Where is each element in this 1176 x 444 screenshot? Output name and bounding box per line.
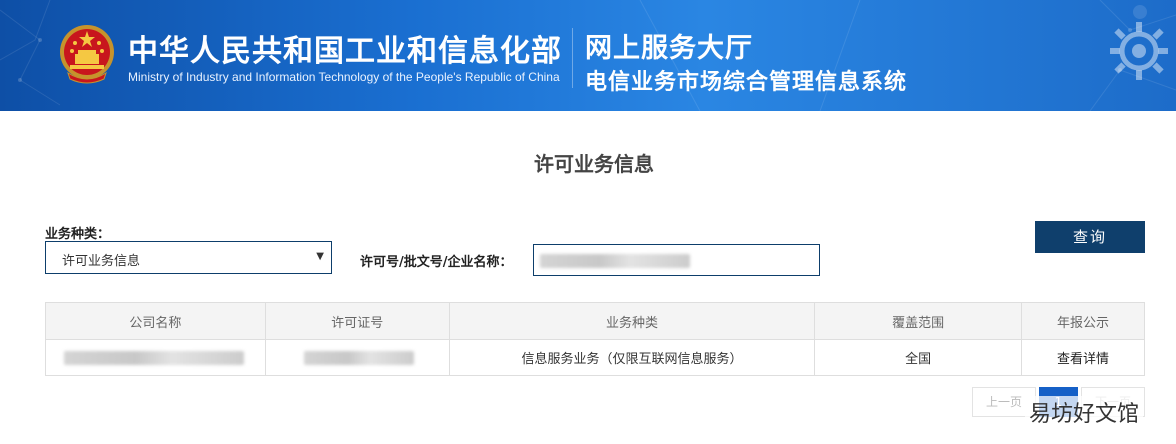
cell-company	[45, 339, 266, 376]
cell-annual-report: 查看详情	[1021, 339, 1145, 376]
cell-business-type: 信息服务业务（仅限互联网信息服务）	[448, 339, 816, 376]
org-name-en: Ministry of Industry and Information Tec…	[128, 70, 560, 84]
page-title: 许可业务信息	[534, 152, 654, 176]
column-header-annual-report: 年报公示	[1021, 302, 1145, 340]
search-input[interactable]	[533, 244, 820, 276]
watermark-text: 易坊好文馆	[1025, 396, 1144, 428]
business-type-selected-value: 许可业务信息	[62, 254, 141, 269]
national-emblem-icon	[60, 25, 114, 84]
view-details-link[interactable]: 查看详情	[1057, 352, 1109, 367]
business-type-label: 业务种类：	[45, 227, 111, 242]
query-button[interactable]: 查询	[1035, 221, 1145, 253]
gear-icon	[1110, 22, 1168, 80]
cell-coverage: 全国	[814, 339, 1023, 376]
redacted-company-name	[64, 351, 244, 365]
system-title: 电信业务市场综合管理信息系统	[585, 70, 908, 95]
license-results-table: 公司名称 许可证号 业务种类 覆盖范围 年报公示 信息服务业务（仅限互联网信息服…	[45, 302, 1145, 376]
cell-license-no	[264, 339, 450, 376]
hall-title: 网上服务大厅	[585, 33, 753, 64]
site-banner: 中华人民共和国工业和信息化部 Ministry of Industry and …	[0, 0, 1176, 111]
table-header-row: 公司名称 许可证号 业务种类 覆盖范围 年报公示	[45, 302, 1145, 340]
redacted-search-text	[540, 254, 690, 268]
org-name-cn: 中华人民共和国工业和信息化部	[128, 34, 562, 69]
search-label: 许可号/批文号/企业名称：	[360, 255, 513, 270]
column-header-license-no: 许可证号	[264, 302, 450, 340]
banner-divider	[572, 28, 573, 88]
column-header-company: 公司名称	[45, 302, 266, 340]
column-header-business-type: 业务种类	[448, 302, 816, 340]
table-row: 信息服务业务（仅限互联网信息服务） 全国 查看详情	[45, 339, 1145, 376]
business-type-select[interactable]: 许可业务信息 ▼	[45, 241, 332, 274]
redacted-license-number	[303, 351, 414, 365]
column-header-coverage: 覆盖范围	[814, 302, 1023, 340]
caret-down-icon: ▼	[316, 251, 324, 262]
